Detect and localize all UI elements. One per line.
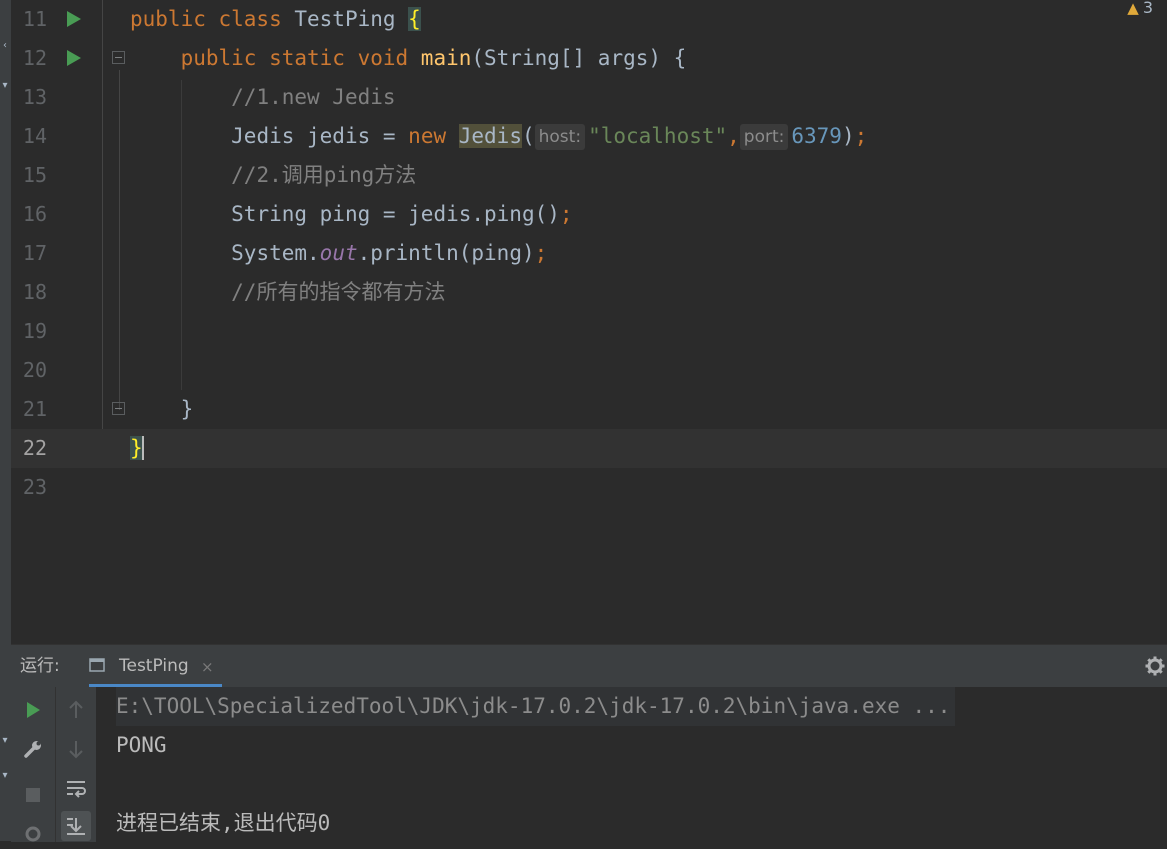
line-number: 18 [22, 280, 47, 304]
code-line[interactable]: 18 //所有的指令都有方法 [11, 273, 1167, 312]
line-number: 22 [22, 436, 47, 460]
strip-marker-icon: ▾ [2, 770, 8, 781]
console-exit-line: 进程已结束,退出代码0 [116, 811, 331, 835]
closing-brace: } [180, 397, 194, 421]
statement: System. [231, 241, 320, 265]
run-toolbar [11, 687, 55, 842]
strip-marker-icon: ▾ [2, 80, 8, 91]
run-window-label: 运行: [20, 656, 60, 676]
declaration: Jedis jedis = [231, 124, 409, 148]
stop-icon [26, 788, 40, 802]
comment: //1.new Jedis [231, 85, 396, 109]
parameter-hint-port: port: [739, 124, 789, 150]
comma: , [727, 124, 740, 148]
static-field: out [319, 241, 358, 265]
console-toolbar [55, 687, 96, 842]
line-number: 12 [22, 46, 47, 70]
comment: //2.调用ping方法 [231, 163, 417, 187]
keyword: public static void [180, 46, 421, 70]
gear-icon[interactable] [1145, 656, 1165, 676]
tab-testping[interactable]: TestPing × [89, 645, 222, 687]
scroll-to-end-icon [67, 818, 85, 835]
line-number: 15 [22, 163, 47, 187]
edit-config-button[interactable] [18, 734, 48, 764]
run-window-header: 运行: TestPing × [11, 645, 1167, 687]
semicolon: ; [854, 124, 868, 148]
run-tool-window: 运行: TestPing × E:\TOOL\SpecializedTool\J… [11, 644, 1167, 842]
matched-brace: { [408, 7, 421, 31]
semicolon: ; [534, 241, 548, 265]
method-signature: (String[] args) { [471, 46, 687, 70]
scroll-to-end-button[interactable] [61, 811, 91, 841]
run-icon [27, 702, 40, 718]
parameter-hint-host: host: [534, 124, 586, 150]
console-output[interactable]: E:\TOOL\SpecializedTool\JDK\jdk-17.0.2\j… [116, 687, 1166, 842]
line-number: 19 [22, 319, 47, 343]
scroll-down-button[interactable] [61, 734, 91, 764]
code-line[interactable]: 23 [11, 468, 1167, 507]
line-number: 20 [22, 358, 47, 382]
line-number: 13 [22, 85, 47, 109]
soft-wrap-button[interactable] [61, 773, 91, 803]
code-line[interactable]: 14 Jedis jedis = new Jedis(host: "localho… [11, 117, 1167, 156]
statement: .println(ping) [357, 241, 535, 265]
wrench-icon [24, 741, 41, 758]
code-line[interactable]: 16 String ping = jedis.ping(); [11, 195, 1167, 234]
class-name: TestPing [294, 7, 409, 31]
console-icon [89, 658, 105, 672]
line-number: 23 [22, 475, 47, 499]
paren: ) [841, 124, 855, 148]
code-line[interactable]: 11 public class TestPing { [11, 0, 1167, 39]
string-literal: "localhost" [588, 124, 728, 148]
console-command-line[interactable]: E:\TOOL\SpecializedTool\JDK\jdk-17.0.2\j… [116, 687, 956, 726]
run-class-icon[interactable] [67, 11, 81, 27]
line-number: 21 [22, 397, 47, 421]
line-number: 17 [22, 241, 47, 265]
strip-chevron-icon: ‹ [3, 40, 7, 51]
text-caret [141, 436, 144, 460]
stop-button[interactable] [18, 780, 48, 810]
method-name: main [420, 46, 472, 70]
code-line[interactable]: 19 [11, 312, 1167, 351]
statement: String ping = jedis.ping() [231, 202, 560, 226]
fold-icon[interactable] [112, 402, 125, 415]
code-line[interactable]: 20 [11, 351, 1167, 390]
paren: ( [521, 124, 535, 148]
scroll-up-button[interactable] [61, 695, 91, 725]
line-number: 14 [22, 124, 47, 148]
code-line[interactable]: 15 //2.调用ping方法 [11, 156, 1167, 195]
number-literal: 6379 [791, 124, 842, 148]
keyword: new [408, 124, 459, 148]
code-line-current[interactable]: 22 } [11, 429, 1167, 468]
arrow-up-icon [69, 700, 83, 718]
code-line[interactable]: 13 //1.new Jedis [11, 78, 1167, 117]
tab-label: TestPing [119, 656, 189, 676]
console-output-line: PONG [116, 733, 167, 757]
code-line[interactable]: 12 public static void main(String[] args… [11, 39, 1167, 78]
semicolon: ; [559, 202, 573, 226]
strip-marker-icon: ▾ [2, 735, 8, 746]
class-reference: Jedis [458, 124, 522, 148]
close-icon[interactable]: × [201, 645, 214, 689]
line-number: 11 [22, 7, 47, 31]
soft-wrap-icon [67, 781, 86, 798]
gear-icon [25, 826, 41, 842]
arrow-down-icon [69, 741, 83, 759]
code-line[interactable]: 21 } [11, 390, 1167, 429]
rerun-button[interactable] [18, 695, 48, 725]
comment: //所有的指令都有方法 [231, 280, 446, 304]
settings-button[interactable] [18, 819, 48, 849]
code-editor[interactable]: ▲ 3 11 public class TestPing { 12 public … [11, 0, 1167, 644]
fold-icon[interactable] [112, 51, 125, 64]
keyword: public class [130, 7, 295, 31]
run-main-icon[interactable] [67, 50, 81, 66]
line-number: 16 [22, 202, 47, 226]
code-line[interactable]: 17 System.out.println(ping); [11, 234, 1167, 273]
